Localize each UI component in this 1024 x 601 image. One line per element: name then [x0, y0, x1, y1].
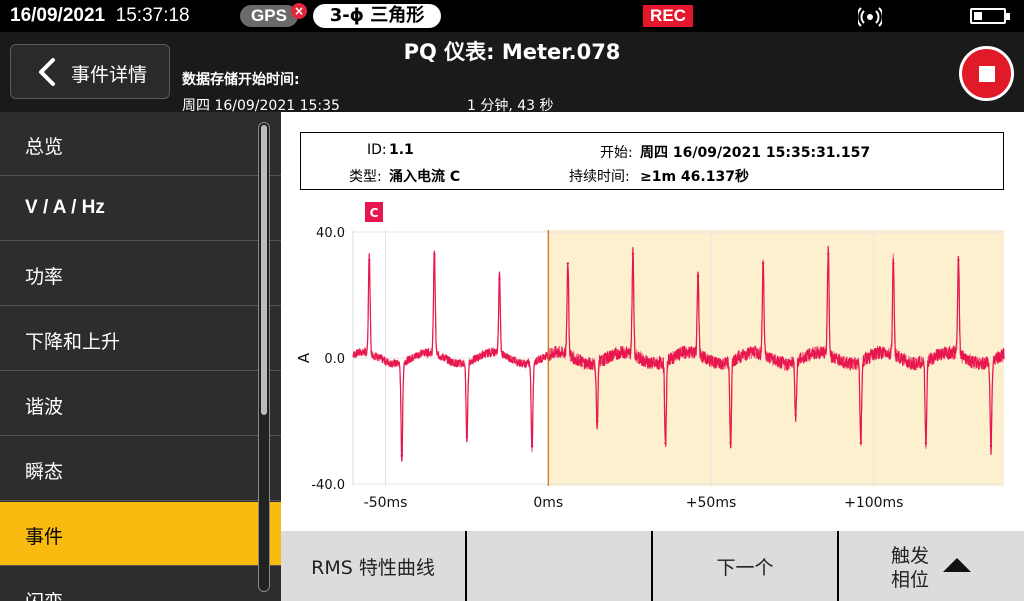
x-tick-label: +50ms [686, 495, 736, 511]
sidebar: 总览 V / A / Hz 功率 下降和上升 谐波 瞬态 事件 闪变 [0, 112, 281, 601]
trigger-label-line2: 相位 [891, 569, 930, 591]
sidebar-item-vahz[interactable]: V / A / Hz [0, 177, 281, 241]
sidebar-item-transients[interactable]: 瞬态 [0, 437, 281, 501]
sidebar-item-label: 下降和上升 [25, 331, 121, 353]
stop-recording-button[interactable] [959, 46, 1014, 101]
waveform-peak-point [859, 441, 862, 445]
waveform-peak-point [696, 274, 700, 278]
waveform-peak-point [368, 259, 371, 262]
bottom-toolbar: RMS 特性曲线 下一个 触发 相位 [281, 531, 1024, 601]
empty-softkey [467, 531, 651, 601]
waveform-peak-point [631, 252, 635, 256]
sidebar-item-label: V / A / Hz [25, 197, 105, 218]
battery-icon [970, 8, 1010, 24]
event-start-value: 周四 16/09/2021 15:35:31.157 [640, 145, 871, 161]
rms-profile-button[interactable]: RMS 特性曲线 [281, 531, 465, 601]
channel-badge-label: C [370, 206, 379, 220]
sidebar-item-label: 总览 [25, 136, 64, 158]
y-axis-label: A [295, 352, 313, 363]
datetime: 16/09/2021 15:37:18 [10, 5, 190, 27]
waveform-peak-point [498, 278, 501, 281]
waveform-peak-point [664, 441, 667, 445]
sidebar-item-flicker[interactable]: 闪变 [0, 567, 281, 601]
waveform-peak-point [566, 262, 570, 265]
gps-badge: GPS [240, 5, 298, 27]
waveform-peak-point [729, 441, 732, 445]
sidebar-item-label: 闪变 [25, 587, 63, 601]
gps-error-icon: × [291, 3, 307, 19]
waveform-peak-point [465, 435, 469, 438]
triangle-up-icon [943, 558, 971, 572]
wifi-signal-icon [858, 7, 882, 27]
trigger-phase-button[interactable]: 触发 相位 [839, 531, 1024, 601]
waveform-peak-point [595, 419, 599, 423]
back-button-label: 事件详情 [71, 64, 148, 86]
event-info-box: ID: 1.1 类型: 涌入电流 C 开始: 周四 16/09/2021 15:… [300, 132, 1004, 190]
rec-badge: REC [643, 5, 693, 27]
waveform-peak-point [957, 259, 960, 262]
event-type-value: 涌入电流 C [389, 169, 461, 185]
sidebar-item-label: 功率 [25, 266, 64, 288]
sidebar-item-label: 瞬态 [25, 461, 64, 483]
waveform-peak-point [400, 454, 404, 457]
event-duration-value: ≥1m 46.137秒 [640, 169, 749, 185]
event-type-label: 类型: [349, 169, 382, 185]
trigger-label-line1: 触发 [891, 545, 930, 567]
status-date: 16/09/2021 [10, 5, 106, 26]
sidebar-item-power[interactable]: 功率 [0, 242, 281, 306]
waveform-chart[interactable]: C 40.0 0.0 -40.0 A -50ms 0ms +50ms +100ms [281, 202, 1024, 522]
y-tick-label: -40.0 [311, 478, 345, 493]
sidebar-item-label: 事件 [25, 526, 64, 548]
phase-config-badge: 3-ϕ 三角形 [313, 4, 441, 28]
waveform-peak-point [924, 441, 928, 445]
waveform-peak-point [433, 252, 436, 256]
sidebar-item-label: 谐波 [25, 396, 64, 418]
event-id-value: 1.1 [389, 142, 414, 158]
event-start-label: 开始: [600, 145, 633, 161]
rms-profile-label: RMS 特性曲线 [311, 557, 435, 579]
header: 事件详情 PQ 仪表: Meter.078 数据存储开始时间: 周四 16/09… [0, 32, 1024, 114]
event-detail-panel: ID: 1.1 类型: 涌入电流 C 开始: 周四 16/09/2021 15:… [281, 112, 1024, 531]
status-time: 15:37:18 [115, 5, 190, 26]
sidebar-scroll-thumb[interactable] [261, 125, 267, 415]
sidebar-item-events[interactable]: 事件 [0, 502, 281, 566]
waveform-peak-point [989, 445, 993, 448]
next-button[interactable]: 下一个 [653, 531, 837, 601]
x-tick-label: +100ms [844, 495, 903, 511]
y-tick-label: 40.0 [316, 226, 345, 241]
battery-level [974, 12, 982, 20]
waveform-peak-point [892, 262, 895, 265]
waveform-peak-point [827, 252, 830, 256]
back-arrow-icon [39, 58, 55, 86]
x-tick-label: 0ms [533, 495, 563, 511]
x-tick-label: -50ms [364, 495, 408, 511]
sidebar-item-overview[interactable]: 总览 [0, 112, 281, 176]
event-id-label: ID: [367, 142, 387, 158]
status-bar: 16/09/2021 15:37:18 GPS × 3-ϕ 三角形 REC [0, 0, 1024, 32]
sidebar-item-harmonics[interactable]: 谐波 [0, 372, 281, 436]
logging-start-label: 数据存储开始时间: [182, 72, 300, 88]
y-tick-label: 0.0 [324, 352, 345, 367]
waveform-peak-point [530, 445, 534, 448]
page-title: PQ 仪表: Meter.078 [403, 40, 621, 64]
next-label: 下一个 [716, 557, 774, 579]
sidebar-item-dips-swells[interactable]: 下降和上升 [0, 307, 281, 371]
waveform-peak-point [761, 262, 765, 265]
waveform-peak-point [794, 413, 797, 416]
sidebar-scrollbar[interactable] [258, 122, 270, 592]
event-duration-label: 持续时间: [569, 169, 630, 185]
back-button[interactable]: 事件详情 [10, 44, 170, 99]
stop-icon [979, 66, 995, 82]
